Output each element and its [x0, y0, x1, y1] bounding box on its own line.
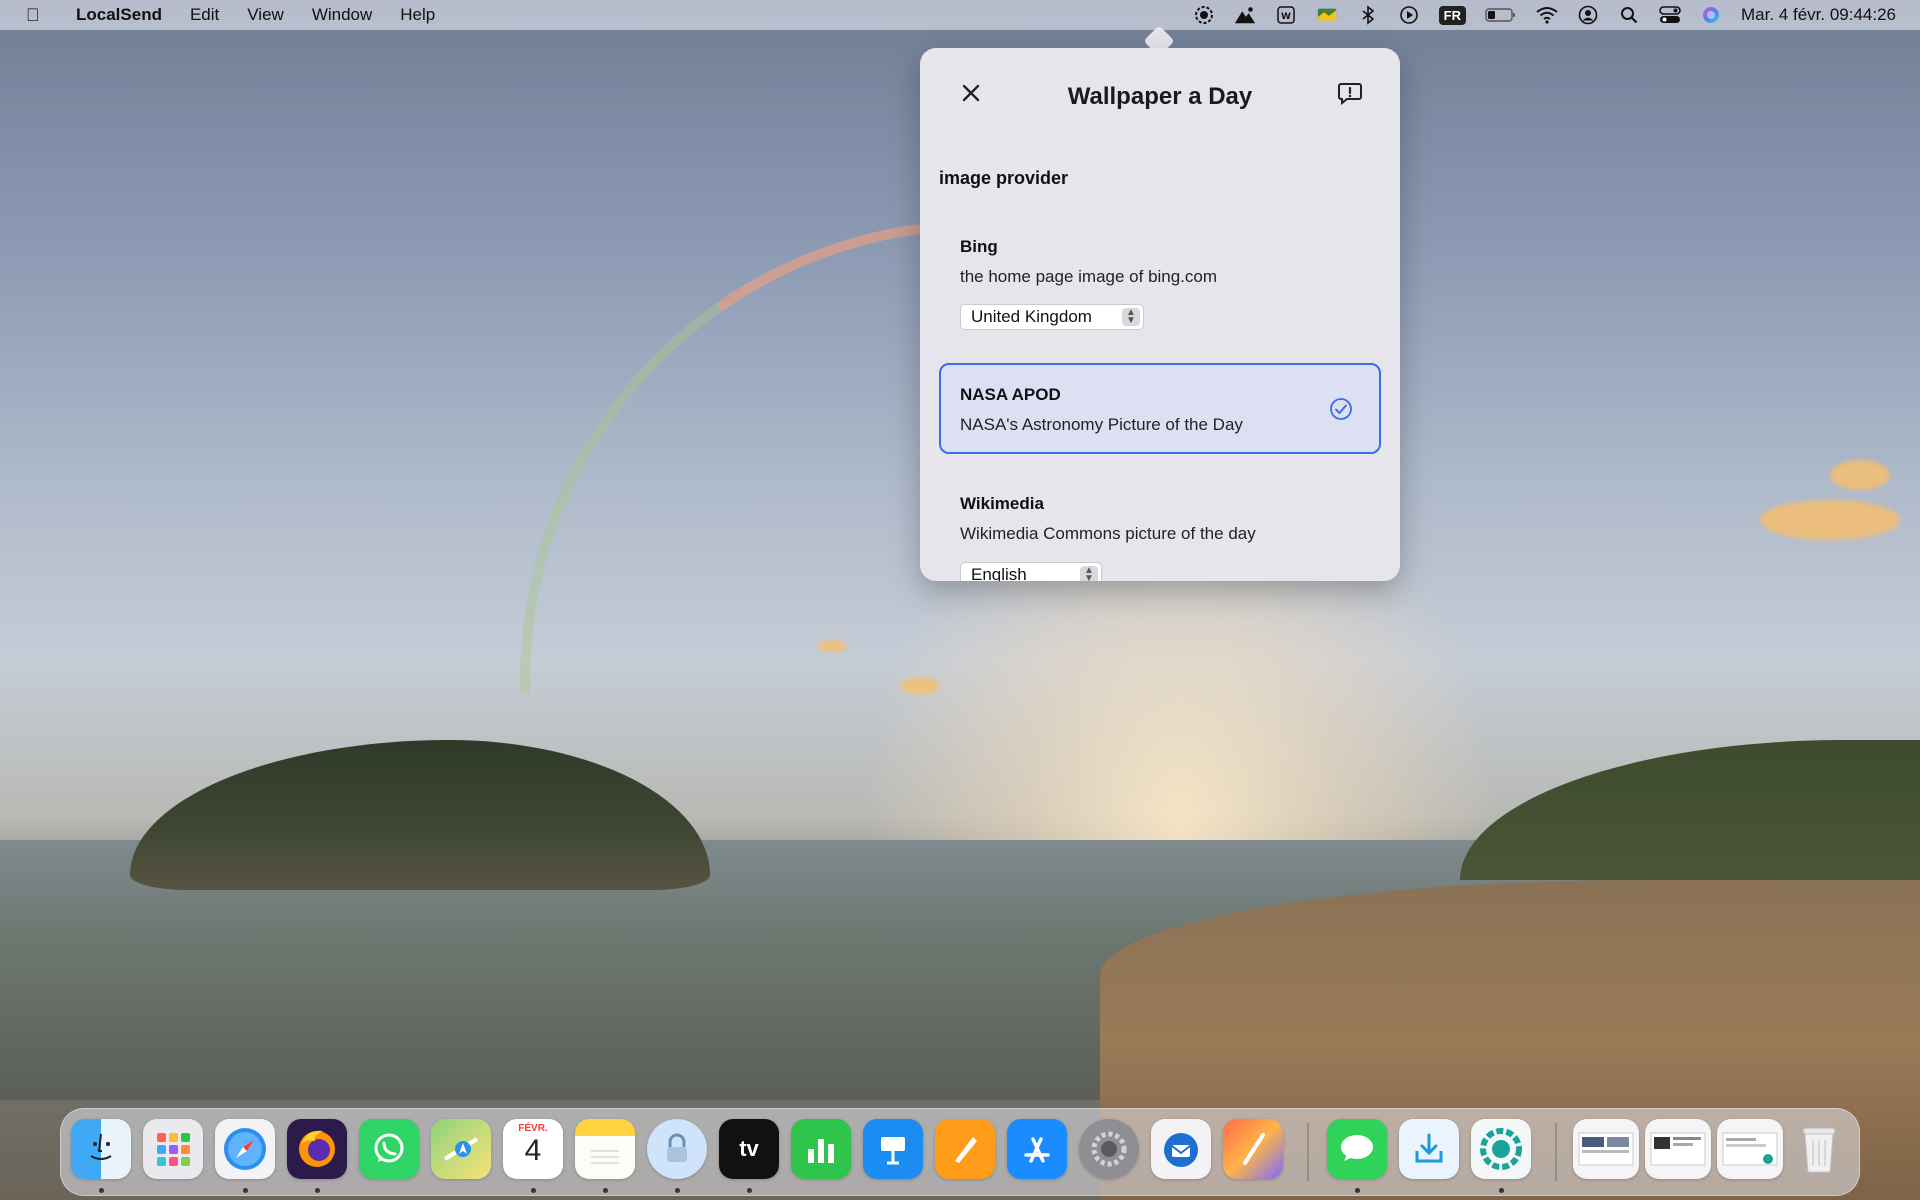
safari-icon[interactable] — [215, 1119, 275, 1179]
running-indicator — [99, 1188, 104, 1193]
provider-description: the home page image of bing.com — [960, 267, 1218, 286]
firefox-icon[interactable] — [287, 1119, 347, 1179]
popover-header: Wallpaper a Day — [920, 48, 1400, 148]
pixelmator-icon[interactable] — [1223, 1119, 1283, 1179]
chevron-up-down-icon: ▲ ▼ — [1080, 566, 1098, 581]
running-indicator — [603, 1188, 608, 1193]
section-label: image provider — [939, 168, 1069, 188]
siri-icon[interactable] — [1700, 4, 1722, 26]
svg-text:W: W — [1281, 12, 1291, 22]
bing-region-select[interactable]: United Kingdom ▲ ▼ — [960, 304, 1144, 330]
user-account-icon[interactable] — [1577, 4, 1599, 26]
running-indicator — [675, 1188, 680, 1193]
select-value: United Kingdom — [971, 307, 1092, 326]
wallpaper-popover: Wallpaper a Day image provider Bing the … — [920, 48, 1400, 581]
running-indicator — [1355, 1188, 1360, 1193]
provider-name: Bing — [960, 237, 998, 256]
wikimedia-language-select[interactable]: English ▲ ▼ — [960, 562, 1102, 581]
island — [130, 740, 710, 890]
input-source-badge[interactable]: FR — [1438, 5, 1467, 25]
lock-app-icon[interactable] — [647, 1119, 707, 1179]
word-icon[interactable]: W — [1275, 4, 1297, 26]
wifi-icon[interactable] — [1536, 4, 1558, 26]
running-indicator — [1499, 1188, 1504, 1193]
localsend-icon[interactable] — [1471, 1119, 1531, 1179]
menu-edit[interactable]: Edit — [190, 5, 219, 25]
feedback-button[interactable] — [1337, 82, 1363, 106]
calendar-icon[interactable]: FÉVR. 4 — [503, 1119, 563, 1179]
running-indicator — [315, 1188, 320, 1193]
messages-icon[interactable] — [1327, 1119, 1387, 1179]
apple-menu-icon[interactable]:  — [26, 5, 48, 26]
menu-window[interactable]: Window — [312, 5, 372, 25]
provider-card-wikimedia[interactable]: Wikimedia Wikimedia Commons picture of t… — [939, 470, 1381, 581]
checkmark-circle-icon — [1329, 397, 1353, 421]
trash-icon[interactable] — [1789, 1119, 1849, 1179]
localsend-download-icon[interactable] — [1399, 1119, 1459, 1179]
recent-window-thumbnail[interactable] — [1573, 1119, 1639, 1179]
now-playing-icon[interactable] — [1398, 4, 1420, 26]
recent-window-thumbnail[interactable] — [1717, 1119, 1783, 1179]
finder-icon[interactable] — [71, 1119, 131, 1179]
app-menu[interactable]: LocalSend — [76, 5, 162, 25]
spotlight-search-icon[interactable] — [1618, 4, 1640, 26]
cloud — [1830, 460, 1890, 490]
wallpaper-mountain-icon[interactable] — [1234, 4, 1256, 26]
keynote-icon[interactable] — [863, 1119, 923, 1179]
running-indicator — [531, 1188, 536, 1193]
dock: FÉVR. 4 tv — [60, 1108, 1860, 1196]
control-center-icon[interactable] — [1659, 4, 1681, 26]
bluetooth-icon[interactable] — [1357, 4, 1379, 26]
hill — [1460, 740, 1920, 880]
popover-title: Wallpaper a Day — [1067, 83, 1253, 110]
running-indicator — [243, 1188, 248, 1193]
status-menus: W FR Mar. 4 févr. 09:44:26 — [1193, 0, 1896, 30]
provider-name: Wikimedia — [960, 494, 1044, 513]
whatsapp-icon[interactable] — [359, 1119, 419, 1179]
screen-record-icon[interactable] — [1193, 4, 1215, 26]
running-indicator — [747, 1188, 752, 1193]
app-store-icon[interactable] — [1007, 1119, 1067, 1179]
cloud — [1760, 500, 1900, 540]
notes-icon[interactable] — [575, 1119, 635, 1179]
cloud — [900, 678, 940, 694]
dock-separator — [1307, 1123, 1309, 1181]
maps-icon[interactable] — [431, 1119, 491, 1179]
pages-icon[interactable] — [935, 1119, 995, 1179]
apple-tv-icon[interactable]: tv — [719, 1119, 779, 1179]
menu-help[interactable]: Help — [400, 5, 435, 25]
launchpad-icon[interactable] — [143, 1119, 203, 1179]
select-value: English — [971, 565, 1027, 581]
provider-name: NASA APOD — [960, 385, 1061, 404]
provider-card-nasa-apod[interactable]: NASA APOD NASA's Astronomy Picture of th… — [939, 363, 1381, 454]
calendar-month: FÉVR. — [518, 1123, 548, 1134]
thunderbird-icon[interactable] — [1151, 1119, 1211, 1179]
cloud — [818, 640, 846, 652]
chevron-up-down-icon: ▲ ▼ — [1122, 308, 1140, 326]
menu-view[interactable]: View — [247, 5, 284, 25]
system-settings-icon[interactable] — [1079, 1119, 1139, 1179]
provider-card-bing[interactable]: Bing the home page image of bing.com Uni… — [939, 215, 1381, 335]
recent-window-thumbnail[interactable] — [1645, 1119, 1711, 1179]
provider-description: Wikimedia Commons picture of the day — [960, 524, 1256, 543]
menu-bar:  LocalSend Edit View Window Help W FR — [0, 0, 1920, 30]
apple-tv-label: tv — [739, 1136, 759, 1161]
provider-description: NASA's Astronomy Picture of the Day — [960, 415, 1243, 434]
menubar-clock[interactable]: Mar. 4 févr. 09:44:26 — [1741, 5, 1896, 25]
calendar-day: 4 — [524, 1134, 542, 1167]
feedback-icon — [1338, 83, 1362, 106]
dock-separator — [1555, 1123, 1557, 1181]
battery-icon[interactable] — [1485, 4, 1517, 26]
display-icon[interactable] — [1316, 4, 1338, 26]
numbers-icon[interactable] — [791, 1119, 851, 1179]
